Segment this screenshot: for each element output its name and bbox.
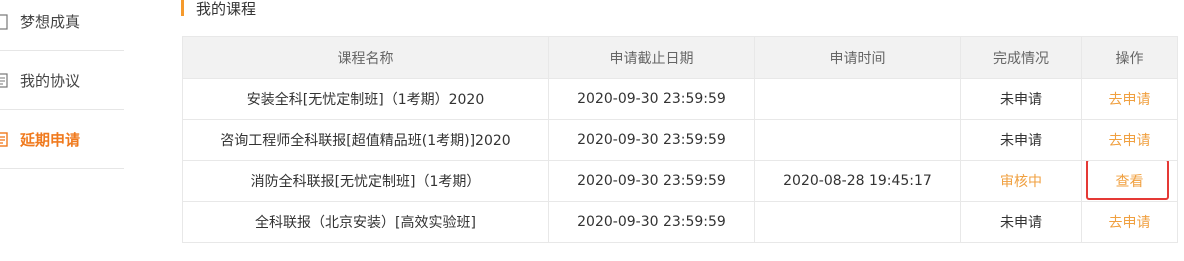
- status: 未申请: [960, 119, 1082, 161]
- divider: [0, 168, 124, 169]
- status: 审核中: [960, 160, 1082, 202]
- book-icon: [0, 13, 10, 30]
- apply-link[interactable]: 去申请: [1109, 133, 1151, 149]
- document-icon: [0, 73, 10, 89]
- sidebar-item-extension[interactable]: 延期申请: [0, 110, 124, 169]
- deadline: 2020-09-30 23:59:59: [548, 119, 755, 161]
- apply-link[interactable]: 去申请: [1109, 215, 1151, 231]
- applied-time: 2020-08-28 19:45:17: [754, 160, 961, 202]
- status: 未申请: [960, 78, 1082, 120]
- sidebar-item-label: 延期申请: [20, 131, 81, 149]
- view-link[interactable]: 查看: [1116, 174, 1144, 190]
- table-header-row: 课程名称 申请截止日期 申请时间 完成情况 操作: [182, 36, 1178, 79]
- action-cell: 去申请: [1081, 78, 1178, 120]
- sidebar-item-dream[interactable]: 梦想成真: [0, 0, 124, 51]
- document-icon: [0, 132, 10, 148]
- applied-time: [754, 201, 961, 243]
- status: 未申请: [960, 201, 1082, 243]
- course-table: 课程名称 申请截止日期 申请时间 完成情况 操作 安装全科[无忧定制班]（1考期…: [182, 36, 1178, 243]
- course-name: 消防全科联报[无忧定制班]（1考期）: [182, 160, 549, 202]
- page-title: 我的课程: [196, 0, 257, 18]
- table-row: 咨询工程师全科联报[超值精品班(1考期)]2020 2020-09-30 23:…: [182, 119, 1178, 161]
- column-header-status: 完成情况: [960, 36, 1082, 79]
- course-name: 咨询工程师全科联报[超值精品班(1考期)]2020: [182, 119, 549, 161]
- applied-time: [754, 78, 961, 120]
- sidebar-item-label: 梦想成真: [20, 13, 81, 31]
- applied-time: [754, 119, 961, 161]
- table-row: 全科联报（北京安装）[高效实验班] 2020-09-30 23:59:59 未申…: [182, 201, 1178, 243]
- action-cell: 去申请: [1081, 201, 1178, 243]
- sidebar: 梦想成真 我的协议 延期申请: [0, 0, 124, 261]
- sidebar-item-label: 我的协议: [20, 72, 81, 90]
- table-row: 消防全科联报[无忧定制班]（1考期） 2020-09-30 23:59:59 2…: [182, 160, 1178, 202]
- action-cell: 去申请: [1081, 119, 1178, 161]
- column-header-action: 操作: [1081, 36, 1178, 79]
- action-cell: 查看: [1081, 160, 1178, 202]
- deadline: 2020-09-30 23:59:59: [548, 78, 755, 120]
- section-header: 我的课程: [181, 0, 257, 18]
- column-header-applied-time: 申请时间: [754, 36, 961, 79]
- apply-link[interactable]: 去申请: [1109, 92, 1151, 108]
- deadline: 2020-09-30 23:59:59: [548, 201, 755, 243]
- course-name: 全科联报（北京安装）[高效实验班]: [182, 201, 549, 243]
- column-header-course-name: 课程名称: [182, 36, 549, 79]
- sidebar-item-agreement[interactable]: 我的协议: [0, 51, 124, 110]
- title-accent-bar: [181, 0, 184, 16]
- table-row: 安装全科[无忧定制班]（1考期）2020 2020-09-30 23:59:59…: [182, 78, 1178, 120]
- course-name: 安装全科[无忧定制班]（1考期）2020: [182, 78, 549, 120]
- deadline: 2020-09-30 23:59:59: [548, 160, 755, 202]
- column-header-deadline: 申请截止日期: [548, 36, 755, 79]
